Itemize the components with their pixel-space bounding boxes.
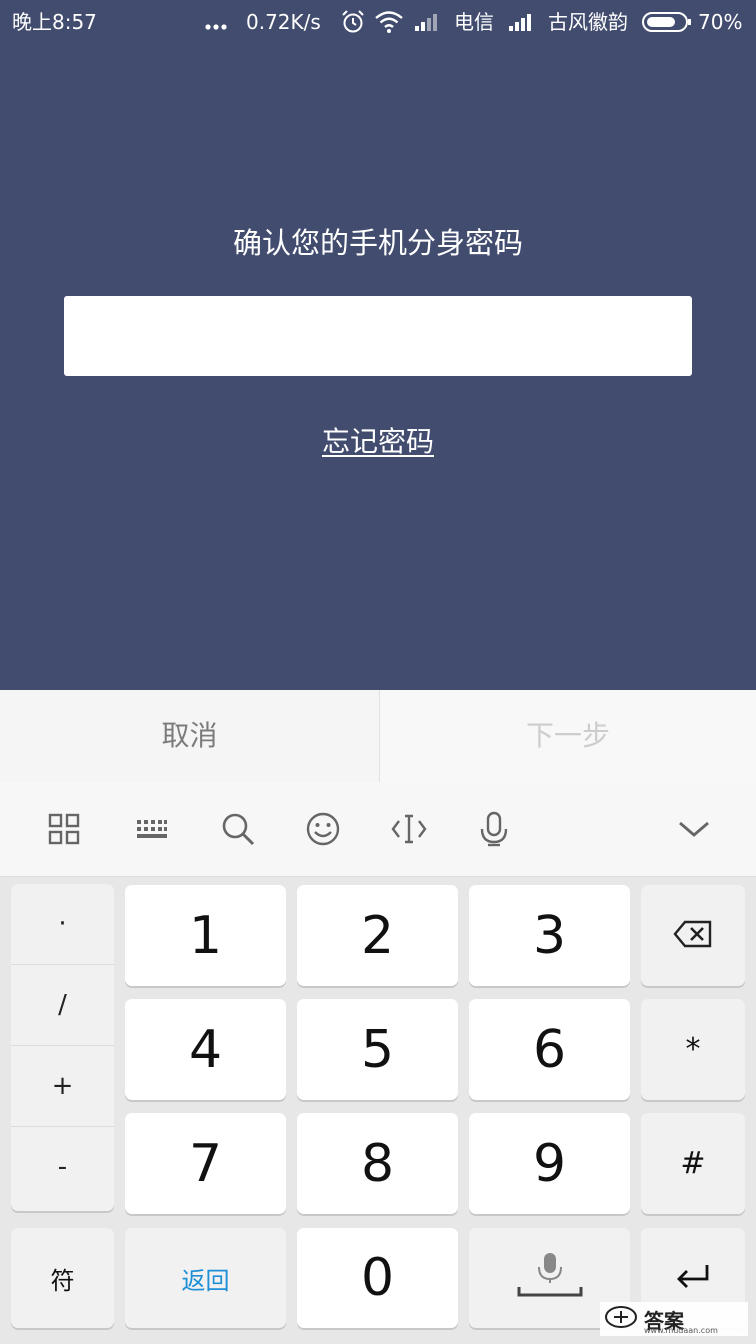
enter-icon xyxy=(675,1262,711,1294)
page-title: 确认您的手机分身密码 xyxy=(232,226,523,260)
key-6[interactable]: 6 xyxy=(469,999,630,1100)
key-2[interactable]: 2 xyxy=(297,885,458,986)
signal-icon xyxy=(414,10,442,37)
key-4[interactable]: 4 xyxy=(125,999,286,1100)
next-button[interactable]: 下一步 xyxy=(380,690,756,782)
key-3[interactable]: 3 xyxy=(469,885,630,986)
key-0[interactable]: 0 xyxy=(297,1228,458,1328)
status-carrier-1: 电信 xyxy=(454,10,494,34)
keyboard-icon[interactable] xyxy=(128,805,176,853)
backspace-key[interactable] xyxy=(641,885,745,986)
app-screen: 晚上8:57 0.72K/s 电信 古风徽韵 70% 确认您的手机分身密码 忘记… xyxy=(0,0,756,690)
return-key[interactable]: 返回 xyxy=(125,1228,286,1328)
key-8[interactable]: 8 xyxy=(297,1113,458,1214)
star-key[interactable]: * xyxy=(641,999,745,1100)
signal-icon xyxy=(508,10,536,37)
action-bar: 取消 下一步 xyxy=(0,690,756,782)
symbol-key-slash[interactable]: / xyxy=(11,965,114,1046)
forgot-link-row: 忘记密码 xyxy=(0,420,756,460)
status-carrier-2: 古风徽韵 xyxy=(548,10,628,34)
chevron-down-icon[interactable] xyxy=(670,805,718,853)
wifi-icon xyxy=(374,10,404,39)
backspace-icon xyxy=(673,920,713,952)
watermark: 答案 www.mudaan.com xyxy=(600,1302,748,1336)
key-5[interactable]: 5 xyxy=(297,999,458,1100)
search-icon[interactable] xyxy=(214,805,262,853)
cursor-icon[interactable] xyxy=(385,805,433,853)
symbol-column: · / + - xyxy=(11,884,114,1211)
key-7[interactable]: 7 xyxy=(125,1113,286,1214)
status-battery: 70% xyxy=(698,10,743,34)
microphone-space-icon xyxy=(515,1251,585,1305)
forgot-password-link[interactable]: 忘记密码 xyxy=(322,425,434,458)
symbol-switch-key[interactable]: 符 xyxy=(11,1228,114,1328)
watermark-url: www.mudaan.com xyxy=(644,1326,718,1335)
cancel-button[interactable]: 取消 xyxy=(0,690,379,782)
symbol-key-plus[interactable]: + xyxy=(11,1046,114,1127)
battery-icon xyxy=(642,11,692,38)
symbol-key-minus[interactable]: - xyxy=(11,1127,114,1207)
key-1[interactable]: 1 xyxy=(125,885,286,986)
key-9[interactable]: 9 xyxy=(469,1113,630,1214)
status-time: 晚上8:57 xyxy=(12,10,97,34)
watermark-logo-icon xyxy=(604,1305,638,1333)
grid-icon[interactable] xyxy=(40,805,88,853)
emoji-icon[interactable] xyxy=(299,805,347,853)
microphone-icon[interactable] xyxy=(470,805,518,853)
status-bar: 晚上8:57 0.72K/s 电信 古风徽韵 70% xyxy=(0,0,756,44)
status-net-speed: 0.72K/s xyxy=(246,10,321,34)
keyboard: · / + - 1 2 3 4 5 6 7 8 9 * # 符 返回 0 xyxy=(0,782,756,1344)
password-input[interactable] xyxy=(64,296,692,376)
more-dots-icon xyxy=(204,12,230,39)
keyboard-toolbar xyxy=(0,782,756,877)
symbol-key-dot[interactable]: · xyxy=(11,884,114,965)
hash-key[interactable]: # xyxy=(641,1113,745,1214)
alarm-icon xyxy=(340,9,366,40)
